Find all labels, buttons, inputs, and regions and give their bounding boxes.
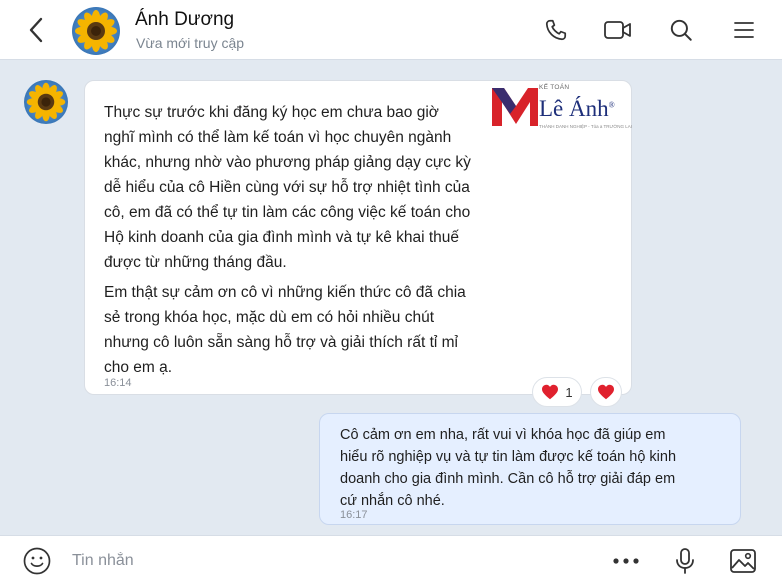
voice-message-button[interactable] xyxy=(668,544,702,578)
outgoing-message-text: Cô cảm ơn em nha, rất vui vì khóa học đã… xyxy=(340,424,676,512)
more-icon xyxy=(613,558,639,564)
message-line: cô, em đã có thể tự tin làm các công việ… xyxy=(104,204,471,221)
logo-top-text: KẾ TOÁN xyxy=(539,84,570,91)
incoming-message-paragraph-1: Thực sự trước khi đăng ký học em chưa ba… xyxy=(104,100,471,275)
incoming-message-paragraph-2: Em thật sự cảm ơn cô vì những kiến thức … xyxy=(104,280,466,380)
back-icon xyxy=(29,17,43,43)
send-image-button[interactable] xyxy=(726,544,760,578)
search-button[interactable] xyxy=(665,14,697,46)
chat-header: Ánh Dương Vừa mới truy cập xyxy=(0,0,782,60)
logo-subtitle: THÀNH DANH NGHIỆP - Tỏa a TRƯỜNG LAI xyxy=(539,124,632,129)
sender-avatar[interactable] xyxy=(24,80,68,124)
message-line: cứ nhắn cô nhé. xyxy=(340,493,445,509)
message-line: cho em ạ. xyxy=(104,359,173,376)
menu-icon xyxy=(734,22,754,38)
message-line: sẻ trong khóa học, mặc dù em có hỏi nhiề… xyxy=(104,309,435,326)
message-input-bar xyxy=(0,535,782,585)
message-line: hiểu rõ nghiệp vụ và tự tin làm được kế … xyxy=(340,449,677,465)
message-line: doanh cho gia đình mình. Cần cô hỗ trợ g… xyxy=(340,471,676,487)
emoji-icon xyxy=(23,547,51,575)
heart-icon xyxy=(542,384,559,400)
message-line: được từ những tháng đầu. xyxy=(104,254,287,271)
message-line: Cô cảm ơn em nha, rất vui vì khóa học đã… xyxy=(340,427,666,443)
reaction-count: 1 xyxy=(565,384,573,400)
heart-icon xyxy=(598,384,614,400)
message-line: khác, nhưng nhờ vào phương pháp giảng dạ… xyxy=(104,154,471,171)
contact-status: Vừa mới truy cập xyxy=(136,35,245,51)
video-icon xyxy=(604,21,631,39)
image-icon xyxy=(730,549,756,573)
message-line: nghĩ mình có thể làm kế toán vì học chuy… xyxy=(104,129,452,146)
emoji-button[interactable] xyxy=(20,544,54,578)
reaction-summary[interactable]: 1 xyxy=(532,377,582,407)
search-icon xyxy=(670,19,692,41)
message-line: Thực sự trước khi đăng ký học em chưa ba… xyxy=(104,104,439,121)
menu-button[interactable] xyxy=(728,14,760,46)
contact-avatar[interactable] xyxy=(72,7,120,55)
add-reaction-button[interactable] xyxy=(590,377,622,407)
microphone-icon xyxy=(676,548,694,574)
phone-icon xyxy=(545,19,567,41)
call-button[interactable] xyxy=(540,14,572,46)
back-button[interactable] xyxy=(20,14,52,46)
message-line: nhưng cô luôn sẵn sàng hỗ trợ và giải th… xyxy=(104,334,458,351)
message-line: Hộ kinh doanh của gia đình mình và tự kê… xyxy=(104,229,460,246)
contact-name[interactable]: Ánh Dương xyxy=(135,9,234,31)
incoming-message-time: 16:14 xyxy=(104,377,132,389)
video-call-button[interactable] xyxy=(602,14,634,46)
outgoing-message-time: 16:17 xyxy=(340,509,368,521)
message-line: dễ hiểu của cô Hiền cùng với sự hỗ trợ n… xyxy=(104,179,470,196)
message-input[interactable] xyxy=(72,546,532,576)
message-line: Em thật sự cảm ơn cô vì những kiến thức … xyxy=(104,284,466,301)
logo-name: Lê Ánh® xyxy=(539,96,615,121)
more-options-button[interactable] xyxy=(609,544,643,578)
